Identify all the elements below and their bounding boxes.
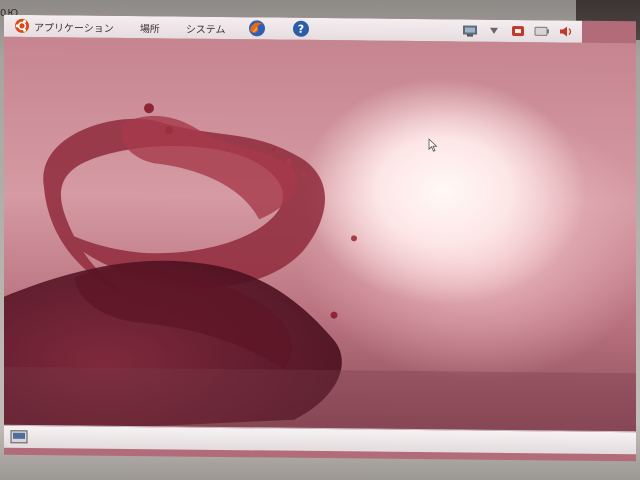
firefox-icon[interactable] — [248, 19, 266, 37]
desktop-wallpaper — [4, 36, 636, 440]
system-menu[interactable]: システム — [182, 17, 248, 40]
ubuntu-logo-icon — [15, 18, 29, 33]
applications-menu-label: アプリケーション — [34, 22, 114, 35]
svg-text:?: ? — [297, 23, 303, 36]
system-menu-label: システム — [185, 24, 226, 36]
help-icon[interactable]: ? — [292, 20, 310, 38]
screen: アプリケーション 場所 システム ? — [4, 14, 636, 462]
network-icon[interactable] — [462, 23, 478, 37]
places-menu[interactable]: 場所 — [136, 16, 182, 38]
battery-icon[interactable] — [534, 24, 550, 38]
red-swirl-wallpaper — [4, 103, 636, 440]
update-notifier-icon[interactable] — [510, 24, 526, 38]
applications-menu[interactable]: アプリケーション — [4, 15, 136, 38]
mouse-cursor — [428, 138, 438, 152]
monitor-photo: 0Ю アプリケーション 場所 システム ? — [0, 0, 640, 480]
arrow-down-icon[interactable] — [486, 24, 502, 38]
show-desktop-icon[interactable] — [10, 430, 28, 444]
places-menu-label: 場所 — [139, 23, 160, 35]
system-tray — [462, 23, 582, 38]
volume-icon[interactable] — [558, 24, 574, 38]
